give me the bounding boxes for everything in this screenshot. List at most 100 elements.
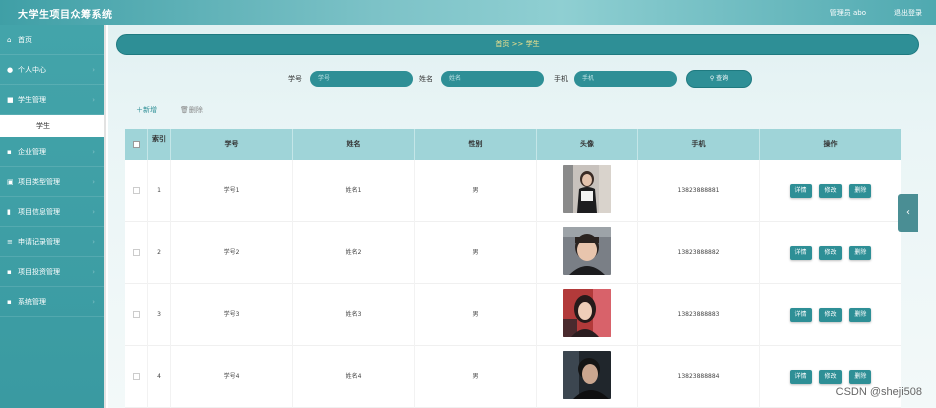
sidebar-item-profile[interactable]: ● 个人中心 ›	[0, 55, 104, 85]
chevron-icon: ›	[92, 268, 95, 276]
student-table: 索引 学号 姓名 性别 头像 手机 操作 1 学号1 姓名1 男 1382388…	[125, 129, 901, 408]
grid-icon: ▪	[7, 298, 12, 306]
collapse-handle-chevron-left-icon[interactable]: ‹	[898, 194, 918, 232]
phone-input[interactable]: 手机	[574, 71, 677, 87]
bar-chart-icon: ▮	[7, 208, 11, 216]
user-icon: ●	[7, 66, 14, 74]
cell-avatar	[537, 346, 638, 408]
cell-student-id: 学号2	[171, 222, 293, 284]
delete-button[interactable]: 删除	[849, 369, 872, 384]
delete-button[interactable]: 删除	[849, 183, 872, 198]
cell-gender: 男	[415, 160, 537, 222]
table-row: 2 学号2 姓名2 男 13823888882 详情 修改 删除	[125, 222, 901, 284]
avatar-image	[563, 227, 611, 275]
cell-gender: 男	[415, 222, 537, 284]
query-button[interactable]: ⚲ 查询	[686, 70, 752, 88]
row-select-cell	[125, 222, 148, 284]
batch-delete-button[interactable]: 🗑删除	[180, 105, 203, 115]
col-header-name: 姓名	[293, 129, 415, 160]
row-select-cell	[125, 346, 148, 408]
sidebar-item-investment[interactable]: ▪ 项目投资管理 ›	[0, 257, 104, 287]
table-row: 1 学号1 姓名1 男 13823888881 详情 修改 删除	[125, 160, 901, 222]
sidebar-item-project-type[interactable]: ▣ 项目类型管理 ›	[0, 167, 104, 197]
cell-phone: 13823888884	[638, 346, 760, 408]
sidebar-item-home[interactable]: ⌂ 首页	[0, 25, 104, 55]
cell-name: 姓名3	[293, 284, 415, 346]
col-header-gender: 性别	[415, 129, 537, 160]
app-title: 大学生项目众筹系统	[18, 10, 113, 21]
search-bar: 学号 学号 姓名 姓名 手机 手机 ⚲ 查询	[108, 70, 936, 88]
row-select-cell	[125, 284, 148, 346]
name-input[interactable]: 姓名	[441, 71, 544, 87]
row-checkbox[interactable]	[132, 187, 140, 194]
edit-button[interactable]: 修改	[819, 183, 842, 198]
trash-icon: 🗑	[180, 106, 189, 114]
detail-button[interactable]: 详情	[789, 307, 812, 322]
detail-button[interactable]: 详情	[789, 245, 812, 260]
cell-phone: 13823888883	[638, 284, 760, 346]
cell-index: 4	[148, 346, 171, 408]
student-id-input[interactable]: 学号	[310, 71, 413, 87]
detail-button[interactable]: 详情	[789, 183, 812, 198]
sidebar: ⌂ 首页 ● 个人中心 › ■ 学生管理 › 学生 ▪ 企业管理 › ▣ 项目类…	[0, 25, 106, 408]
sidebar-item-project-info[interactable]: ▮ 项目信息管理 ›	[0, 197, 104, 227]
sidebar-item-system[interactable]: ▪ 系统管理 ›	[0, 287, 104, 317]
add-button-label: 新增	[143, 106, 157, 114]
detail-button[interactable]: 详情	[789, 369, 812, 384]
chevron-icon: ›	[92, 178, 95, 186]
watermark: CSDN @sheji508	[835, 386, 922, 398]
row-checkbox[interactable]	[132, 249, 140, 256]
col-header-actions: 操作	[823, 140, 838, 148]
sidebar-item-label: 学生管理	[18, 96, 46, 104]
row-checkbox[interactable]	[132, 373, 140, 380]
edit-button[interactable]: 修改	[819, 245, 842, 260]
col-header-student-id: 学号	[171, 129, 293, 160]
edit-button[interactable]: 修改	[819, 369, 842, 384]
grid-icon: ▪	[7, 268, 12, 276]
logout-button[interactable]: 退出登录	[894, 8, 922, 18]
cell-student-id: 学号1	[171, 160, 293, 222]
sidebar-item-label: 企业管理	[18, 148, 46, 156]
sidebar-item-label: 首页	[18, 36, 32, 44]
cell-student-id: 学号4	[171, 346, 293, 408]
col-header-phone: 手机	[638, 129, 760, 160]
col-header-avatar: 头像	[537, 129, 638, 160]
sidebar-subitem-student[interactable]: 学生	[0, 115, 104, 137]
list-icon: ■	[7, 96, 14, 104]
cell-avatar	[537, 284, 638, 346]
cell-index: 2	[148, 222, 171, 284]
select-all-checkbox[interactable]	[132, 140, 140, 148]
cell-avatar	[537, 160, 638, 222]
delete-button[interactable]: 删除	[849, 245, 872, 260]
col-header-index: 索引	[148, 129, 171, 160]
select-all-cell	[125, 129, 148, 160]
chevron-icon: ›	[92, 298, 95, 306]
avatar-image	[563, 289, 611, 337]
add-button[interactable]: ＋新增	[136, 105, 157, 115]
sidebar-item-label: 申请记录管理	[18, 238, 60, 246]
sidebar-item-enterprise[interactable]: ▪ 企业管理 ›	[0, 137, 104, 167]
query-button-label: 查询	[716, 75, 729, 82]
sidebar-item-applications[interactable]: ≡ 申请记录管理 ›	[0, 227, 104, 257]
sidebar-item-label: 系统管理	[18, 298, 46, 306]
cell-index: 1	[148, 160, 171, 222]
cell-student-id: 学号3	[171, 284, 293, 346]
chevron-icon: ›	[92, 238, 95, 246]
batch-delete-label: 删除	[188, 106, 203, 114]
avatar-image	[563, 165, 611, 213]
cell-actions: 详情 修改 删除	[760, 284, 901, 346]
student-id-label: 学号	[288, 75, 302, 83]
row-checkbox[interactable]	[132, 311, 140, 318]
home-icon: ⌂	[7, 36, 12, 44]
delete-button[interactable]: 删除	[849, 307, 872, 322]
sidebar-item-label: 项目投资管理	[18, 268, 60, 276]
cell-index: 3	[148, 284, 171, 346]
sidebar-item-label: 项目信息管理	[18, 208, 60, 216]
folder-icon: ▣	[7, 178, 14, 186]
chevron-icon: ›	[92, 66, 95, 74]
cell-gender: 男	[415, 284, 537, 346]
menu-icon: ≡	[7, 238, 13, 246]
phone-label: 手机	[554, 75, 568, 83]
sidebar-item-students[interactable]: ■ 学生管理 ›	[0, 85, 104, 115]
edit-button[interactable]: 修改	[819, 307, 842, 322]
